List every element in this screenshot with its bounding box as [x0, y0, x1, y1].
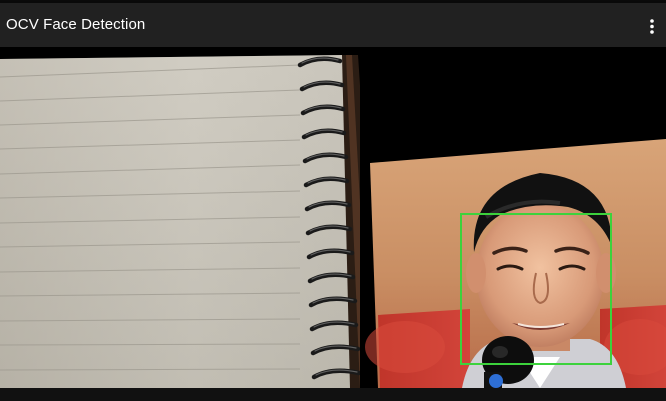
app-window: OCV Face Detection: [0, 0, 666, 401]
more-vert-icon: [650, 19, 654, 34]
app-title: OCV Face Detection: [6, 16, 146, 33]
overflow-menu-button[interactable]: [640, 12, 664, 40]
face-detection-box: [460, 213, 612, 365]
bottom-bar: [0, 388, 666, 401]
camera-preview[interactable]: [0, 47, 666, 388]
app-bar: OCV Face Detection: [0, 3, 666, 47]
